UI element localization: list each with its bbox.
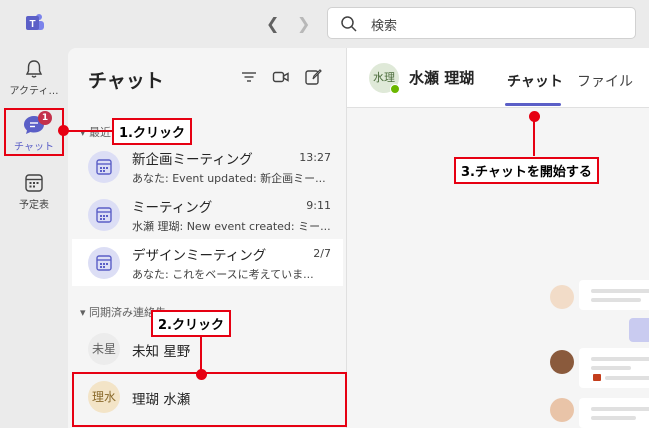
meeting-avatar (88, 247, 120, 279)
calendar-icon (96, 255, 112, 271)
contact-name: 未知 星野 (132, 344, 191, 360)
rail-label-activity: アクティ… (9, 86, 59, 97)
chevron-down-icon: ▾ (80, 126, 86, 139)
file-attachment-icon (593, 374, 601, 381)
conversation-header: 水理 水瀬 理瑚 チャット ファイル (347, 48, 649, 108)
meeting-avatar (88, 199, 120, 231)
calendar-icon (25, 174, 43, 192)
chat-list-item[interactable]: ミーティング 9:11 水瀬 理瑚: New event created: ミー… (72, 191, 343, 238)
step3-callout: 3.チャットを開始する (454, 157, 599, 184)
step1-callout: 1.クリック (112, 118, 192, 145)
message-placeholder (579, 398, 649, 428)
message-placeholder (579, 348, 649, 388)
title-bar: T ❮ ❯ 検索 (0, 0, 649, 48)
calendar-icon (96, 159, 112, 175)
forward-arrow-icon[interactable]: ❯ (297, 14, 310, 33)
annotation-line (533, 116, 535, 156)
bell-icon (25, 60, 43, 78)
chat-preview: あなた: これをベースに考えていま... (132, 268, 314, 281)
rail-item-calendar[interactable]: 予定表 (0, 172, 68, 211)
chat-time: 2/7 (313, 247, 331, 260)
rail-label-calendar: 予定表 (19, 200, 49, 211)
person-avatar-illustration (550, 350, 574, 374)
chat-preview: あなた: Event updated: 新企画ミー... (132, 172, 326, 185)
highlight-box-contact (72, 372, 347, 427)
chat-name: 新企画ミーティング (132, 152, 253, 168)
chat-preview: 水瀬 理瑚: New event created: ミー... (132, 220, 331, 233)
chat-name: デザインミーティング (132, 248, 267, 264)
highlight-box-chat-rail (4, 108, 64, 156)
rail-item-activity[interactable]: アクティ… (0, 58, 68, 97)
search-placeholder: 検索 (371, 19, 398, 34)
chat-list-item[interactable]: 新企画ミーティング 13:27 あなた: Event updated: 新企画ミ… (72, 143, 343, 190)
chat-name: ミーティング (132, 200, 213, 216)
tab-chat[interactable]: チャット (507, 71, 563, 91)
section-recent[interactable]: ▾ 最近 (80, 124, 111, 140)
back-arrow-icon[interactable]: ❮ (266, 14, 279, 33)
message-placeholder (579, 280, 649, 310)
annotation-line (200, 334, 202, 372)
filter-icon[interactable] (240, 68, 258, 86)
step2-callout: 2.クリック (151, 310, 231, 337)
sent-message-placeholder (629, 318, 649, 342)
search-input[interactable]: 検索 (327, 7, 636, 39)
chat-time: 13:27 (299, 151, 331, 164)
meeting-avatar (88, 151, 120, 183)
chat-list-title: チャット (88, 70, 164, 92)
chevron-down-icon: ▾ (80, 306, 86, 319)
app-rail: アクティ… 1 チャット 予定表 (0, 48, 68, 428)
teams-logo-icon: T (26, 14, 44, 30)
contact-name: 水瀬 理瑚 (409, 69, 475, 87)
calendar-icon (96, 207, 112, 223)
person-avatar-illustration (550, 398, 574, 422)
svg-text:T: T (29, 19, 35, 30)
conversation-panel: 水理 水瀬 理瑚 チャット ファイル (347, 48, 649, 428)
annotation-line (63, 130, 113, 132)
chat-time: 9:11 (306, 199, 331, 212)
tab-files[interactable]: ファイル (577, 71, 633, 91)
new-chat-icon[interactable] (304, 68, 322, 86)
person-avatar-illustration (550, 285, 574, 309)
search-icon (341, 16, 357, 32)
section-recent-label: 最近 (89, 126, 112, 139)
video-call-icon[interactable] (272, 68, 290, 86)
chat-list-item[interactable]: デザインミーティング 2/7 あなた: これをベースに考えていま... (72, 239, 343, 286)
presence-available-icon (390, 84, 400, 94)
contact-avatar: 未星 (88, 333, 120, 365)
active-tab-indicator (505, 103, 561, 106)
chat-list-panel: チャット ▾ 最近 新企画ミーティング 13:27 あなた: Event upd… (68, 48, 347, 428)
